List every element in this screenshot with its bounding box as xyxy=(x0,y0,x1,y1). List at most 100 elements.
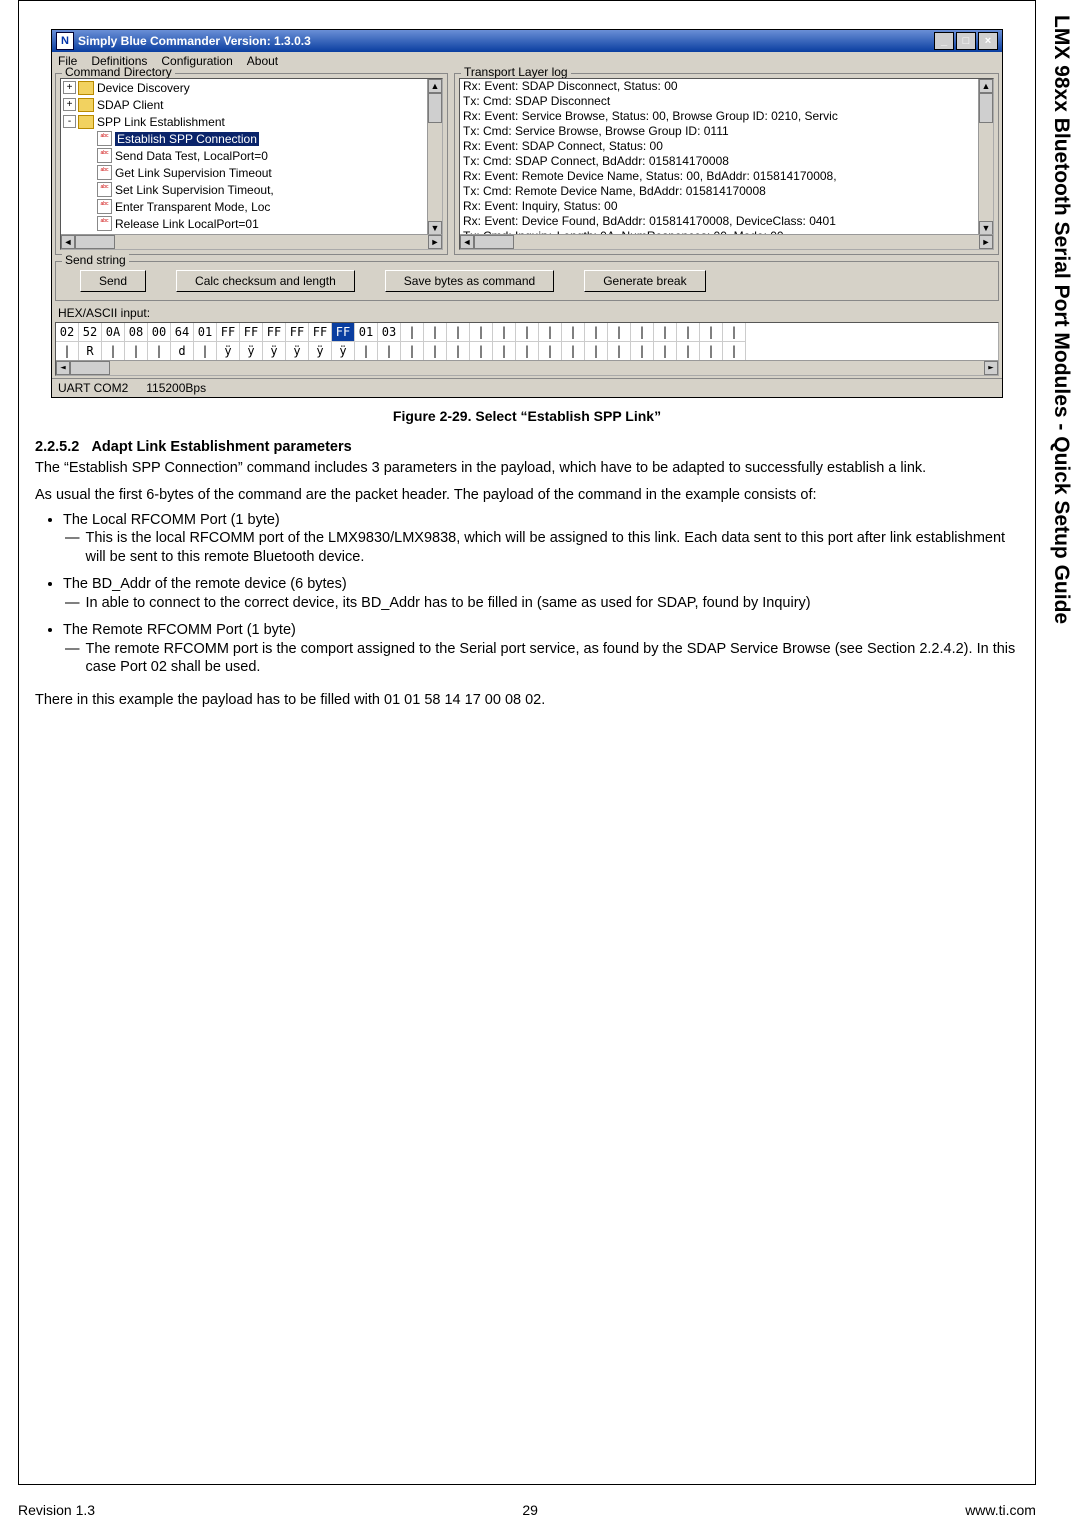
hex-cell[interactable]: FF xyxy=(263,323,286,342)
hex-cell[interactable]: | xyxy=(102,342,125,361)
tree-item[interactable]: abcGet Link Supervision Timeout xyxy=(95,164,442,181)
hex-cell[interactable]: d xyxy=(171,342,194,361)
hex-cell[interactable]: | xyxy=(654,323,677,342)
transport-log[interactable]: Rx: Event: SDAP Disconnect, Status: 00Tx… xyxy=(459,78,994,250)
hex-cell[interactable]: | xyxy=(608,342,631,361)
minimize-button[interactable]: _ xyxy=(934,32,954,50)
tree-item[interactable]: abcSet Link Supervision Timeout, xyxy=(95,181,442,198)
hex-hscroll[interactable]: ◄► xyxy=(56,360,998,375)
hex-cell[interactable]: | xyxy=(677,323,700,342)
log-line: Rx: Event: Inquiry, Status: 00 xyxy=(460,199,993,214)
tree-vscroll[interactable]: ▲▼ xyxy=(427,79,442,235)
hex-cell[interactable]: | xyxy=(125,342,148,361)
hex-cell[interactable]: | xyxy=(424,323,447,342)
hex-cell[interactable]: | xyxy=(401,323,424,342)
hex-cell[interactable]: | xyxy=(148,342,171,361)
send-string-group: Send string Send Calc checksum and lengt… xyxy=(55,261,999,301)
menu-about[interactable]: About xyxy=(247,54,278,68)
tree-item[interactable]: abcSend Data Test, LocalPort=0 xyxy=(95,147,442,164)
hex-cell[interactable]: ÿ xyxy=(263,342,286,361)
tree-item[interactable]: abcRelease Link LocalPort=01 xyxy=(95,215,442,232)
hex-cell[interactable]: ÿ xyxy=(332,342,355,361)
hex-cell[interactable]: | xyxy=(539,323,562,342)
hex-cell[interactable]: FF xyxy=(309,323,332,342)
hex-cell[interactable]: FF xyxy=(332,323,355,342)
hex-cell[interactable]: 01 xyxy=(194,323,217,342)
save-bytes-button[interactable]: Save bytes as command xyxy=(385,270,554,292)
hex-input[interactable]: 02520A08006401FFFFFFFFFFFF0103||||||||||… xyxy=(55,322,999,376)
command-tree[interactable]: + Device Discovery+SDAP Client - SPP Link E… xyxy=(60,78,443,250)
tree-item[interactable]: abcEstablish SPP Connection xyxy=(95,130,442,147)
hex-cell[interactable]: | xyxy=(539,342,562,361)
hex-cell[interactable]: | xyxy=(700,342,723,361)
tree-item[interactable]: - SPP Link Establishment xyxy=(61,113,442,130)
hex-cell[interactable]: ÿ xyxy=(217,342,240,361)
close-button[interactable]: × xyxy=(978,32,998,50)
hex-cell[interactable]: 64 xyxy=(171,323,194,342)
tree-item-label: Send Data Test, LocalPort=0 xyxy=(115,149,268,163)
hex-cell[interactable]: | xyxy=(194,342,217,361)
tree-hscroll[interactable]: ◄► xyxy=(61,234,442,249)
hex-cell[interactable]: 03 xyxy=(378,323,401,342)
hex-cell[interactable]: | xyxy=(585,323,608,342)
hex-cell[interactable]: | xyxy=(493,323,516,342)
hex-cell[interactable]: 0A xyxy=(102,323,125,342)
hex-cell[interactable]: | xyxy=(631,323,654,342)
tree-item-label: Enter Transparent Mode, Loc xyxy=(115,200,270,214)
tree-item[interactable]: + Device Discovery xyxy=(61,79,442,96)
hex-cell[interactable]: FF xyxy=(286,323,309,342)
log-hscroll[interactable]: ◄► xyxy=(460,234,993,249)
hex-cell[interactable]: | xyxy=(493,342,516,361)
hex-cell[interactable]: | xyxy=(562,342,585,361)
calc-checksum-button[interactable]: Calc checksum and length xyxy=(176,270,355,292)
hex-cell[interactable]: | xyxy=(723,323,746,342)
hex-cell[interactable]: | xyxy=(355,342,378,361)
send-button[interactable]: Send xyxy=(80,270,146,292)
hex-cell[interactable]: | xyxy=(470,342,493,361)
hex-cell[interactable]: | xyxy=(562,323,585,342)
hex-cell[interactable]: 01 xyxy=(355,323,378,342)
log-vscroll[interactable]: ▲▼ xyxy=(978,79,993,235)
doc-icon: abc xyxy=(97,182,112,197)
hex-cell[interactable]: FF xyxy=(240,323,263,342)
tree-item-label: Device Discovery xyxy=(97,81,190,95)
tree-item-label: SPP Link Establishment xyxy=(97,115,225,129)
hex-cell[interactable]: ÿ xyxy=(286,342,309,361)
hex-cell[interactable]: | xyxy=(700,323,723,342)
generate-break-button[interactable]: Generate break xyxy=(584,270,705,292)
expand-icon[interactable]: - xyxy=(63,115,76,128)
hex-cell[interactable]: 52 xyxy=(79,323,102,342)
hex-cell[interactable]: | xyxy=(631,342,654,361)
hex-cell[interactable]: | xyxy=(401,342,424,361)
hex-cell[interactable]: | xyxy=(723,342,746,361)
maximize-button[interactable]: □ xyxy=(956,32,976,50)
command-directory-legend: Command Directory xyxy=(62,65,175,79)
expand-icon[interactable]: + xyxy=(63,81,76,94)
hex-cell[interactable]: 02 xyxy=(56,323,79,342)
tree-item[interactable]: +SDAP Client xyxy=(61,96,442,113)
hex-cell[interactable]: | xyxy=(424,342,447,361)
hex-cell[interactable]: FF xyxy=(217,323,240,342)
hex-cell[interactable]: 00 xyxy=(148,323,171,342)
bullet-sub: In able to connect to the correct device… xyxy=(86,594,811,613)
doc-icon: abc xyxy=(97,199,112,214)
bullet-sub: This is the local RFCOMM port of the LMX… xyxy=(86,529,1020,567)
hex-cell[interactable]: | xyxy=(677,342,700,361)
hex-cell[interactable]: 08 xyxy=(125,323,148,342)
hex-cell[interactable]: | xyxy=(654,342,677,361)
hex-cell[interactable]: | xyxy=(56,342,79,361)
hex-cell[interactable]: | xyxy=(470,323,493,342)
hex-cell[interactable]: | xyxy=(585,342,608,361)
folder-icon xyxy=(78,115,94,129)
hex-cell[interactable]: R xyxy=(79,342,102,361)
hex-cell[interactable]: ÿ xyxy=(240,342,263,361)
hex-cell[interactable]: ÿ xyxy=(309,342,332,361)
hex-cell[interactable]: | xyxy=(516,323,539,342)
hex-cell[interactable]: | xyxy=(447,323,470,342)
expand-icon[interactable]: + xyxy=(63,98,76,111)
hex-cell[interactable]: | xyxy=(378,342,401,361)
hex-cell[interactable]: | xyxy=(516,342,539,361)
hex-cell[interactable]: | xyxy=(608,323,631,342)
hex-cell[interactable]: | xyxy=(447,342,470,361)
tree-item[interactable]: abcEnter Transparent Mode, Loc xyxy=(95,198,442,215)
